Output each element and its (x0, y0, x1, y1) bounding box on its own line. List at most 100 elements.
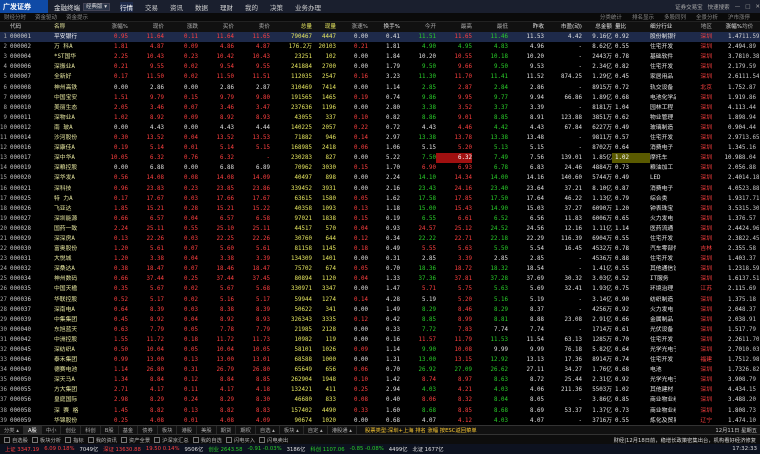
table-row[interactable]: 23 000031 大悦城 1.20 3.38 0.04 3.38 3.39 134309 140… (0, 254, 760, 264)
column-header[interactable]: 代码 (8, 22, 54, 32)
edition-dropdown[interactable]: 经典版 ▾ (83, 2, 111, 11)
table-cell[interactable]: 深中华A (54, 153, 90, 163)
table-row[interactable]: 33 000046 泰禾集团 0.99 13.00 0.13 13.00 13.01 68588… (0, 355, 760, 365)
table-cell[interactable]: 深深房A (54, 234, 90, 244)
market-tab[interactable]: 板块 (158, 426, 178, 434)
quick-tool-button[interactable]: 沪深京汇总 (154, 436, 189, 444)
table-row[interactable]: 3 000004 *ST国华 2.25 10.43 0.23 10.42 10.43 23251… (0, 52, 760, 62)
quick-tool-button[interactable]: 资产全景 (120, 436, 150, 444)
table-cell[interactable]: 中国宝安 (54, 93, 90, 103)
column-header[interactable]: 均价 (742, 22, 753, 32)
table-cell[interactable]: 深南电A (54, 305, 90, 315)
column-header[interactable]: 市盈(动) (544, 22, 582, 32)
table-row[interactable]: 32 000045 深纺织A 0.50 10.04 0.05 10.04 10.05 58101… (0, 345, 760, 355)
table-cell[interactable]: *ST国华 (54, 52, 90, 62)
table-row[interactable]: 22 000030 富奥股份 1.20 5.61 0.07 5.60 5.61 81158 114… (0, 244, 760, 254)
column-header[interactable]: 最低 (472, 22, 508, 32)
table-cell[interactable]: 深纺织A (54, 345, 90, 355)
quick-tool-button[interactable]: 指标 (65, 436, 84, 444)
menu-trade[interactable]: 交易 (145, 2, 158, 12)
table-row[interactable]: 34 000049 德赛电池 1.14 26.80 0.31 26.79 26.80 65649… (0, 365, 760, 375)
table-cell[interactable]: 富奥股份 (54, 244, 90, 254)
market-tab[interactable]: 中小 (42, 426, 62, 434)
panorama-button[interactable]: 全景分析 (696, 13, 718, 21)
column-header[interactable]: 今开 (400, 22, 436, 32)
column-header[interactable]: 现价 (128, 22, 164, 32)
table-cell[interactable]: 深物业A (54, 113, 90, 123)
table-row[interactable]: 12 000016 深康佳A 0.19 5.14 0.01 5.14 5.15 168985 24… (0, 143, 760, 153)
menu-business[interactable]: 业务办理 (295, 2, 321, 12)
table-row[interactable]: 37 000056 皇庭国际 2.98 8.29 0.24 8.29 8.30 46680 833… (0, 395, 760, 405)
minimize-icon[interactable]: — (735, 4, 741, 10)
table-cell[interactable]: 全新好 (54, 72, 90, 82)
close-icon[interactable]: ✕ (755, 4, 760, 10)
table-cell[interactable]: 中国天楹 (54, 284, 90, 294)
table-row[interactable]: 35 000050 深天马A 1.34 8.84 0.12 8.84 8.85 262904 19… (0, 375, 760, 385)
table-cell[interactable]: 中洲控股 (54, 335, 90, 345)
table-cell[interactable]: 沙河股份 (54, 133, 90, 143)
menu-quotes[interactable]: 行情 (120, 1, 134, 12)
table-cell[interactable]: 平安银行 (54, 32, 90, 42)
market-tab[interactable]: A股 (23, 426, 42, 434)
table-cell[interactable]: 深康佳A (54, 143, 90, 153)
sub-item-3[interactable]: 资金提示 (66, 13, 88, 21)
index-quote[interactable]: 创业 2643.58 (208, 445, 242, 453)
quick-tool-button[interactable]: 板块分析 (31, 436, 61, 444)
table-row[interactable]: 39 000059 华锦股份 0.25 4.08 0.01 4.08 4.09 90674 102… (0, 416, 760, 425)
table-row[interactable]: 14 000019 深粮控股 0.00 6.88 0.00 6.88 6.89 70962 303… (0, 163, 760, 173)
menu-wealth[interactable]: 理财 (220, 2, 233, 12)
table-cell[interactable]: 德赛电池 (54, 365, 90, 375)
table-row[interactable]: 7 000009 中国宝安 1.51 9.79 0.15 9.79 9.80 191565 146… (0, 93, 760, 103)
table-cell[interactable]: 万 科A (54, 42, 90, 52)
table-cell[interactable]: 南 玻A (54, 123, 90, 133)
table-row[interactable]: 17 000025 特 力A 0.17 17.67 0.03 17.66 17.67 63615… (0, 194, 760, 204)
quick-tool-button[interactable]: 自选股 (4, 436, 28, 444)
rank-display-button[interactable]: 排名显示 (632, 13, 654, 21)
maximize-icon[interactable]: □ (745, 4, 750, 10)
table-row[interactable]: 11 000014 沙河股份 0.30 13.52 0.04 13.52 13.53 71882… (0, 133, 760, 143)
table-row[interactable]: 15 000020 深华发A 0.56 14.08 0.08 14.08 14.09 40497… (0, 173, 760, 183)
market-tab[interactable]: 期货 (217, 426, 237, 434)
table-cell[interactable]: 泰禾集团 (54, 355, 90, 365)
table-cell[interactable]: 深科技 (54, 184, 90, 194)
quick-tool-button[interactable]: 我的资讯 (87, 436, 117, 444)
menu-decision[interactable]: 决策 (270, 2, 283, 12)
table-cell[interactable]: 飞亚达 (54, 204, 90, 214)
table-cell[interactable]: 深圳能源 (54, 214, 90, 224)
table-row[interactable]: 29 000039 中集集团 0.45 8.92 0.04 8.92 8.93 326343 33… (0, 315, 760, 325)
market-tab[interactable]: 债券 (138, 426, 158, 434)
table-row[interactable]: 5 000007 全新好 0.17 11.50 0.02 11.50 11.51 112035 2… (0, 72, 760, 82)
table-row[interactable]: 1 000001 平安银行 0.95 11.64 0.11 11.64 11.65 790467… (0, 32, 760, 43)
index-quote[interactable]: 北证 1677亿 (413, 445, 444, 453)
index-quote[interactable]: 上证 3347.19 (5, 445, 39, 453)
quick-tool-button[interactable]: 闪电买入 (225, 436, 255, 444)
column-header[interactable]: 换手% (368, 22, 400, 32)
table-row[interactable]: 2 000002 万 科A 1.81 4.87 0.09 4.86 4.87 176.2万 201… (0, 42, 760, 52)
table-row[interactable]: 20 000028 国药一致 2.24 25.11 0.55 25.10 25.11 44517… (0, 224, 760, 234)
column-header[interactable]: 细分行业 (650, 22, 676, 32)
table-cell[interactable]: 深天马A (54, 375, 90, 385)
sub-item-1[interactable]: 财经分时 (4, 13, 26, 21)
column-header[interactable]: 现量 (312, 22, 336, 32)
table-row[interactable]: 10 000012 南 玻A 0.00 4.43 0.00 4.43 4.44 140225 20… (0, 123, 760, 133)
column-header[interactable]: 涨幅% (712, 22, 742, 32)
market-tab[interactable]: 自定 ▴ (304, 426, 328, 434)
table-row[interactable]: 31 000042 中洲控股 1.55 11.72 0.18 11.72 11.73 10982… (0, 335, 760, 345)
table-cell[interactable]: 华锦股份 (54, 416, 90, 425)
table-row[interactable]: 38 000058 深 赛 格 1.45 8.82 0.13 8.82 8.83 157402 4… (0, 406, 760, 416)
table-row[interactable]: 6 000008 神州高铁 0.00 2.86 0.00 2.86 2.87 310469 741… (0, 83, 760, 93)
index-quote[interactable]: 3186亿 (287, 445, 306, 453)
market-tab[interactable]: 科创 (81, 426, 101, 434)
table-row[interactable]: 13 000017 深中华A 10.05 6.32 0.76 6.32 - 230283 827 0… (0, 153, 760, 164)
table-cell[interactable]: 特 力A (54, 194, 90, 204)
quick-tool-button[interactable]: 闪电卖出 (259, 436, 288, 444)
table-row[interactable]: 26 000035 中国天楹 0.35 5.67 0.02 5.67 5.68 330971 33… (0, 284, 760, 294)
table-cell[interactable]: 东旭蓝天 (54, 325, 90, 335)
multi-stock-button[interactable]: 多股同列 (664, 13, 686, 21)
index-quote[interactable]: 19.50 0.14% (146, 446, 180, 452)
table-row[interactable]: 9 000011 深物业A 1.02 8.92 0.09 8.92 8.93 43055 337 0… (0, 113, 760, 123)
class-stats-button[interactable]: 分类统计 (600, 13, 622, 21)
table-cell[interactable]: 皇庭国际 (54, 395, 90, 405)
column-header[interactable]: 地区 (676, 22, 712, 32)
table-row[interactable]: 36 000055 方大集团 2.71 4.17 0.11 4.17 4.18 132421 41… (0, 385, 760, 395)
